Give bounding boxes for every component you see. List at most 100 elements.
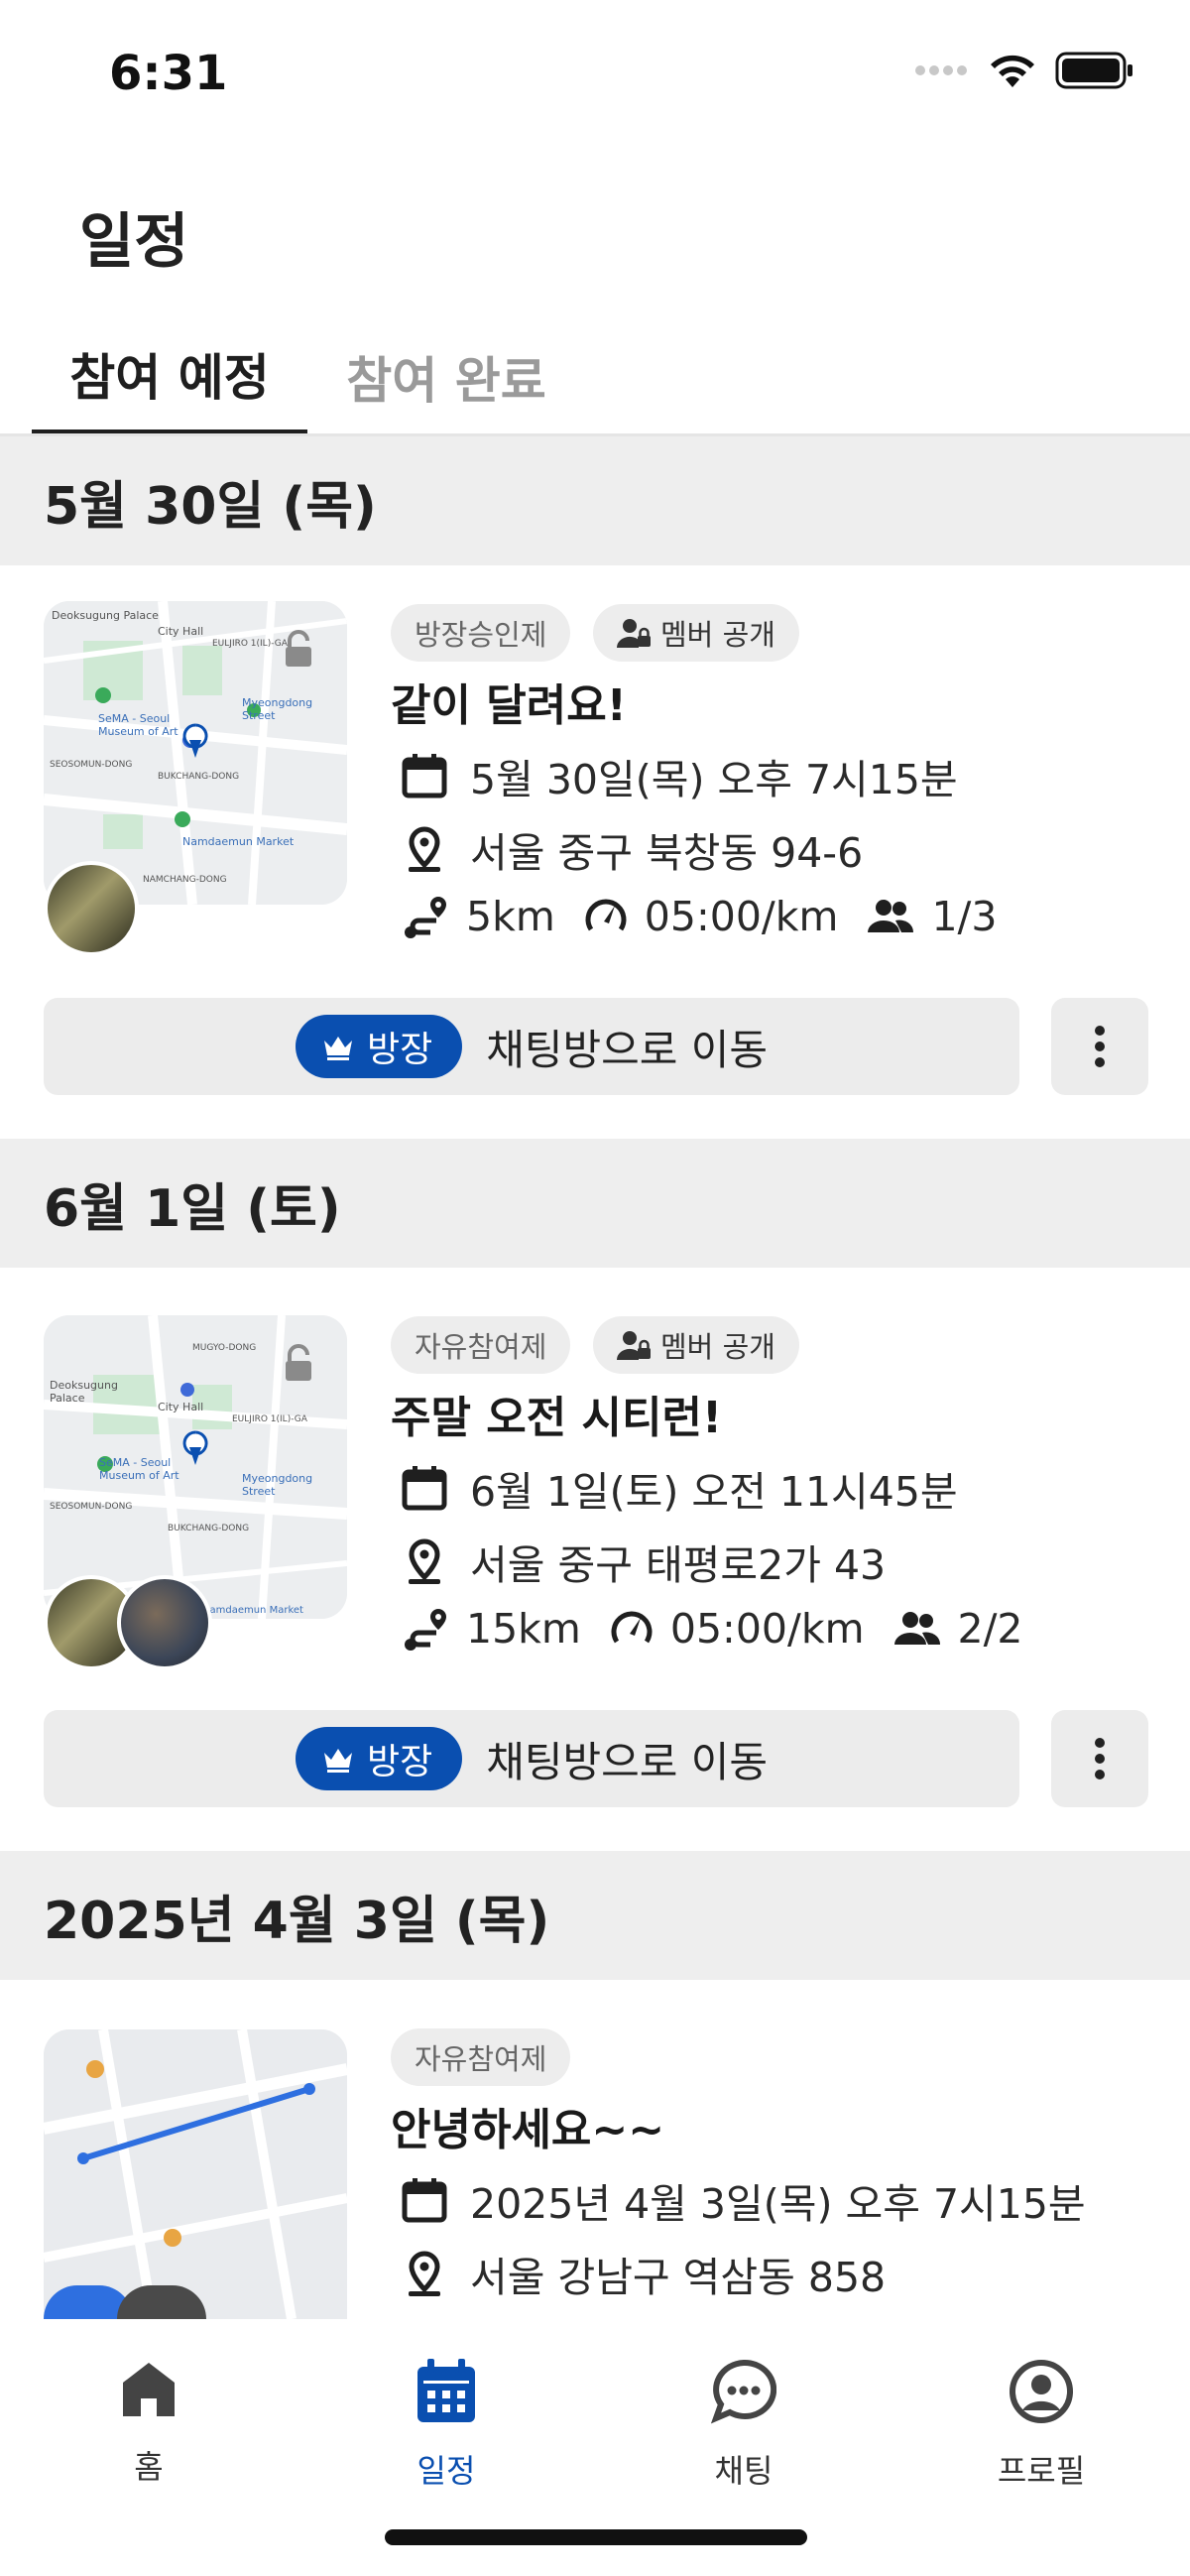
wifi-icon bbox=[991, 55, 1034, 87]
lock-icon bbox=[286, 1344, 311, 1381]
go-to-chat-label: 채팅방으로 이동 bbox=[486, 1737, 769, 1786]
map-label: EULJIRO 1(IL)-GA bbox=[232, 1414, 307, 1424]
join-type-chip: 자유참여제 bbox=[391, 1316, 571, 1374]
event-location: 서울 중구 북창동 94-6 bbox=[470, 829, 864, 877]
calendar-icon bbox=[417, 2359, 475, 2422]
more-options-button[interactable] bbox=[1051, 998, 1148, 1095]
more-vertical-icon bbox=[1095, 1738, 1105, 1779]
status-time: 6:31 bbox=[109, 46, 228, 101]
map-label: SEOSOMUN-DONG bbox=[50, 760, 133, 770]
battery-icon bbox=[1055, 52, 1132, 89]
nav-chat[interactable]: 채팅 bbox=[595, 2359, 892, 2492]
map-image bbox=[44, 2029, 347, 2319]
nav-schedule-label: 일정 bbox=[416, 2452, 476, 2490]
nav-home[interactable]: 홈 bbox=[0, 2359, 298, 2488]
event-location: 서울 중구 태평로2가 43 bbox=[470, 1541, 887, 1589]
calendar-icon bbox=[402, 1466, 447, 1511]
crown-icon bbox=[323, 1037, 352, 1060]
home-indicator bbox=[385, 2529, 807, 2545]
map-label: NAMCHANG-DONG bbox=[143, 875, 227, 885]
map-label: EULJIRO 1(IL)-GA bbox=[212, 639, 288, 649]
map-label: BUKCHANG-DONG bbox=[158, 772, 240, 782]
calendar-icon bbox=[402, 754, 447, 798]
chat-bubble-icon bbox=[711, 2359, 776, 2424]
event-participants: 2/2 bbox=[957, 1605, 1023, 1653]
more-vertical-icon bbox=[1095, 1026, 1105, 1067]
map-label: Deoksugung Palace bbox=[52, 609, 159, 622]
map-label: Namdaemun Market bbox=[202, 1605, 303, 1616]
tab-completed[interactable]: 참여 완료 bbox=[327, 317, 565, 436]
nav-chat-label: 채팅 bbox=[714, 2452, 774, 2490]
event-location-row: 서울 강남구 역삼동 858 bbox=[401, 2244, 886, 2303]
map-label: MUGYO-DONG bbox=[192, 1343, 257, 1353]
event-datetime: 5월 30일(목) 오후 7시15분 bbox=[470, 756, 958, 803]
join-type-chip: 방장승인제 bbox=[391, 604, 571, 662]
event-location: 서울 강남구 역삼동 858 bbox=[470, 2254, 887, 2301]
event-datetime-row: 2025년 4월 3일(목) 오후 7시15분 bbox=[401, 2170, 1086, 2230]
crown-icon bbox=[323, 1749, 352, 1773]
map-label: Myeongdong Street bbox=[242, 696, 313, 722]
map-label: SeMA - Seoul Museum of Art bbox=[98, 712, 178, 738]
event-datetime-row: 6월 1일(토) 오전 11시45분 bbox=[401, 1458, 958, 1518]
location-pin-icon bbox=[409, 826, 440, 872]
event-location-row: 서울 중구 태평로2가 43 bbox=[401, 1532, 886, 1591]
map-label: Deoksugung Palace bbox=[50, 1379, 118, 1405]
route-icon bbox=[405, 897, 446, 938]
host-badge: 방장 bbox=[295, 1015, 463, 1078]
event-distance: 15km bbox=[466, 1605, 581, 1653]
cellular-signal-icon bbox=[915, 65, 967, 75]
event-datetime: 2025년 4월 3일(목) 오후 7시15분 bbox=[470, 2180, 1086, 2228]
map-label: SeMA - Seoul Museum of Art bbox=[99, 1456, 179, 1482]
event-datetime: 6월 1일(토) 오전 11시45분 bbox=[470, 1468, 958, 1516]
member-lock-icon bbox=[617, 619, 651, 648]
date-header: 2025년 4월 3일 (목) bbox=[0, 1851, 1190, 1980]
location-pin-icon bbox=[409, 2251, 440, 2296]
map-label: City Hall bbox=[158, 625, 204, 638]
nav-schedule[interactable]: 일정 bbox=[298, 2359, 595, 2492]
status-bar: 6:31 bbox=[0, 0, 1190, 149]
go-to-chat-label: 채팅방으로 이동 bbox=[486, 1025, 769, 1074]
go-to-chat-button[interactable]: 방장 채팅방으로 이동 bbox=[44, 998, 1019, 1095]
go-to-chat-button[interactable]: 방장 채팅방으로 이동 bbox=[44, 1710, 1019, 1807]
participant-avatar bbox=[44, 861, 139, 956]
map-label: Namdaemun Market bbox=[182, 835, 295, 848]
calendar-icon bbox=[402, 2178, 447, 2223]
map-label: SEOSOMUN-DONG bbox=[50, 1502, 133, 1512]
location-pin-icon bbox=[409, 1538, 440, 1584]
date-header: 6월 1일 (토) bbox=[0, 1139, 1190, 1268]
visibility-chip-label: 멤버 공개 bbox=[660, 1330, 775, 1364]
visibility-chip: 멤버 공개 bbox=[593, 604, 799, 662]
event-datetime-row: 5월 30일(목) 오후 7시15분 bbox=[401, 746, 958, 805]
event-map-thumbnail[interactable]: MUGYO-DONG Deoksugung Palace City Hall E… bbox=[44, 1315, 347, 1619]
visibility-chip-label: 멤버 공개 bbox=[660, 618, 775, 652]
nav-profile-label: 프로필 bbox=[997, 2452, 1086, 2490]
date-header: 5월 30일 (목) bbox=[0, 436, 1190, 565]
route-icon bbox=[405, 1609, 446, 1651]
nav-profile[interactable]: 프로필 bbox=[892, 2359, 1190, 2492]
event-title: 안녕하세요~~ bbox=[391, 2105, 665, 2155]
event-title: 같이 달려요! bbox=[391, 680, 627, 731]
lock-icon bbox=[286, 630, 311, 667]
pace-gauge-icon bbox=[611, 1611, 653, 1644]
member-lock-icon bbox=[617, 1331, 651, 1360]
map-label: BUKCHANG-DONG bbox=[168, 1524, 250, 1533]
join-type-chip: 자유참여제 bbox=[391, 2028, 571, 2086]
map-label: Myeongdong Street bbox=[242, 1472, 313, 1498]
event-map-thumbnail[interactable]: Deoksugung Palace City Hall EULJIRO 1(IL… bbox=[44, 601, 347, 905]
host-badge-label: 방장 bbox=[366, 1742, 433, 1782]
event-metrics-row: 15km 05:00/km 2/2 bbox=[401, 1605, 1051, 1653]
participants-icon bbox=[868, 900, 914, 932]
home-icon bbox=[123, 2363, 175, 2416]
event-pace: 05:00/km bbox=[644, 893, 839, 940]
event-title: 주말 오전 시티런! bbox=[391, 1393, 723, 1443]
profile-icon bbox=[1010, 2360, 1073, 2423]
more-options-button[interactable] bbox=[1051, 1710, 1148, 1807]
tab-bar: 참여 예정 참여 완료 bbox=[0, 317, 1190, 436]
status-icons bbox=[914, 52, 1134, 89]
event-map-thumbnail[interactable] bbox=[44, 2029, 347, 2319]
nav-home-label: 홈 bbox=[134, 2448, 164, 2486]
participant-avatar bbox=[117, 1575, 212, 1670]
page-title: 일정 bbox=[79, 207, 189, 277]
tab-upcoming[interactable]: 참여 예정 bbox=[32, 317, 307, 436]
event-metrics-row: 5km 05:00/km 1/3 bbox=[401, 893, 1024, 940]
